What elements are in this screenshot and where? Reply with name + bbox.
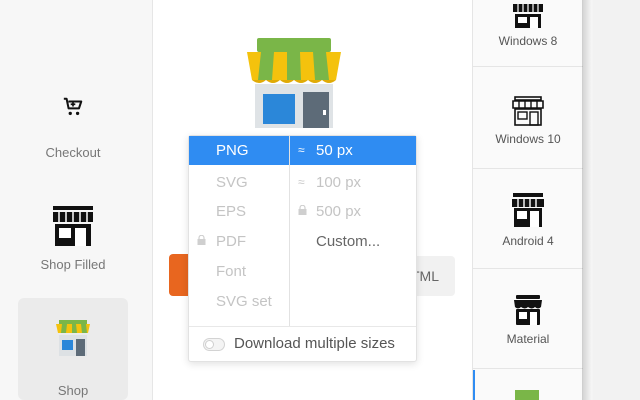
size-label: 500 px: [316, 203, 362, 220]
style-label: Windows 8: [498, 34, 558, 48]
approx-icon: ≈: [298, 143, 305, 157]
style-label: Windows 10: [495, 132, 561, 146]
format-option-pdf[interactable]: PDF: [189, 227, 289, 256]
format-label: Font: [216, 263, 247, 280]
multiple-sizes-toggle[interactable]: [203, 338, 225, 351]
format-option-svg[interactable]: SVG: [189, 168, 289, 197]
style-item-windows-10[interactable]: Windows 10: [473, 96, 583, 166]
size-option-500[interactable]: 500 px: [290, 197, 416, 226]
icon-item-label: Checkout: [45, 145, 101, 160]
shop-android-icon: [473, 192, 583, 228]
size-label: 50 px: [316, 142, 353, 159]
download-options-dropdown: PNG SVG EPS PDF Font SVG set ≈ 50 px ≈ 1…: [188, 135, 417, 362]
size-label: 100 px: [316, 174, 362, 191]
format-list: PNG SVG EPS PDF Font SVG set: [189, 136, 290, 326]
style-label: Material: [506, 332, 550, 346]
size-option-custom[interactable]: Custom...: [290, 227, 416, 256]
approx-icon: ≈: [298, 175, 305, 189]
divider: [473, 268, 583, 269]
multiple-sizes-toggle-row[interactable]: Download multiple sizes: [189, 326, 416, 361]
divider: [473, 66, 583, 67]
icon-item-shop[interactable]: Shop: [18, 298, 128, 400]
format-option-svg-set[interactable]: SVG set: [189, 287, 289, 316]
format-label: PNG: [216, 142, 249, 159]
panel-edge-shadow: [582, 0, 640, 400]
format-label: SVG set: [216, 293, 272, 310]
icon-item-checkout[interactable]: Checkout: [18, 96, 128, 166]
format-label: SVG: [216, 174, 248, 191]
shop-color-icon: [53, 320, 93, 361]
icon-item-shop-filled[interactable]: Shop Filled: [18, 204, 128, 284]
style-label: Android 4: [502, 234, 554, 248]
format-label: PDF: [216, 233, 246, 250]
shop-win8-icon: [473, 0, 583, 28]
cart-icon: [62, 97, 84, 121]
shop-filled-icon: [51, 206, 95, 251]
shop-material-icon: [473, 294, 583, 326]
divider: [473, 168, 583, 169]
format-option-font[interactable]: Font: [189, 257, 289, 286]
style-item-android-4[interactable]: Android 4: [473, 192, 583, 262]
shop-color-icon: [241, 36, 347, 133]
multiple-sizes-label: Download multiple sizes: [234, 335, 395, 352]
style-item-material[interactable]: Material: [473, 294, 583, 354]
shop-color-icon[interactable]: [515, 390, 539, 400]
lock-icon: [298, 197, 307, 226]
selected-style-indicator: [473, 370, 475, 400]
style-item-windows-8[interactable]: Windows 8: [473, 0, 583, 66]
shop-win10-icon: [473, 96, 583, 126]
divider: [473, 368, 583, 369]
size-option-100[interactable]: ≈ 100 px: [290, 168, 416, 197]
size-option-50[interactable]: ≈ 50 px: [290, 136, 416, 165]
lock-icon: [197, 227, 206, 256]
style-list-panel: Windows 8 Windows 10 Android 4 Material: [472, 0, 583, 400]
format-option-eps[interactable]: EPS: [189, 197, 289, 226]
size-list: ≈ 50 px ≈ 100 px 500 px Custom...: [290, 136, 416, 326]
icon-item-label: Shop Filled: [40, 257, 106, 272]
size-label: Custom...: [316, 233, 381, 250]
icon-list-panel: Checkout Shop Filled Shop: [0, 0, 153, 400]
format-label: EPS: [216, 203, 247, 220]
format-option-png[interactable]: PNG: [189, 136, 289, 165]
icon-item-label: Shop: [57, 383, 89, 398]
